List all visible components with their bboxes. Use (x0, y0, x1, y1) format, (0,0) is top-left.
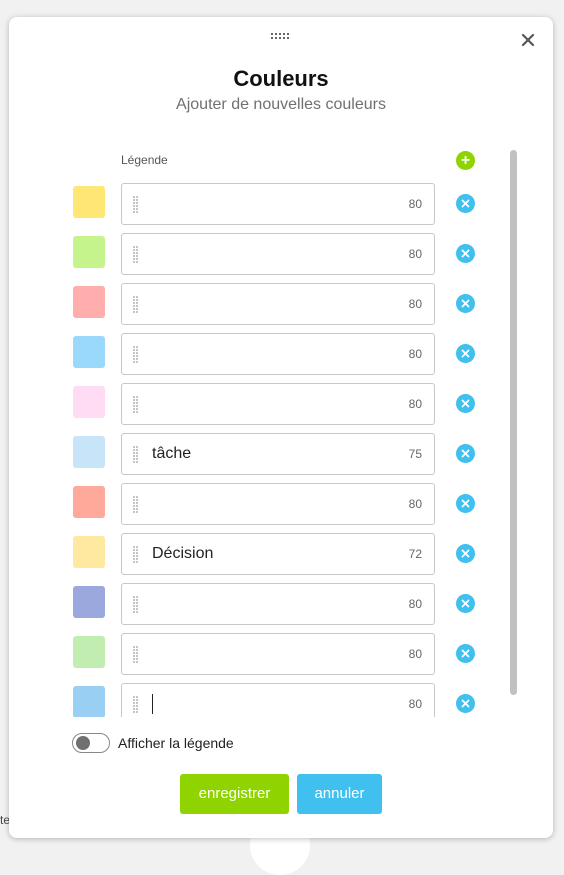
legend-text-value: tâche (152, 445, 192, 462)
remove-color-button[interactable] (456, 344, 475, 363)
color-row: 80 (59, 683, 489, 717)
drag-grip-icon[interactable] (133, 546, 139, 563)
close-icon (461, 499, 470, 508)
legend-text-value: Décision (152, 545, 214, 562)
color-swatch[interactable] (73, 236, 105, 268)
close-icon (461, 349, 470, 358)
color-list: 80 80 80 80 80 tâche 75 80 Décision 72 80 80 80 (59, 183, 489, 717)
color-swatch[interactable] (73, 586, 105, 618)
show-legend-toggle[interactable] (72, 733, 110, 753)
remove-color-button[interactable] (456, 394, 475, 413)
close-icon (461, 599, 470, 608)
drag-grip-icon[interactable] (133, 596, 139, 613)
char-counter: 80 (408, 647, 422, 661)
scrollbar-thumb[interactable] (510, 150, 517, 695)
legend-text-field[interactable]: 80 (121, 583, 435, 625)
remove-color-button[interactable] (456, 444, 475, 463)
drag-grip-icon[interactable] (133, 246, 139, 263)
legend-text-field[interactable]: tâche 75 (121, 433, 435, 475)
close-icon (461, 399, 470, 408)
color-swatch[interactable] (73, 536, 105, 568)
remove-color-button[interactable] (456, 544, 475, 563)
char-counter: 80 (408, 597, 422, 611)
add-color-button[interactable]: + (456, 151, 475, 170)
drag-grip-icon[interactable] (133, 646, 139, 663)
char-counter: 80 (408, 497, 422, 511)
color-swatch[interactable] (73, 436, 105, 468)
color-row: 80 (59, 333, 489, 375)
plus-icon: + (460, 152, 471, 169)
close-icon (461, 549, 470, 558)
char-counter: 80 (408, 697, 422, 711)
color-row: 80 (59, 583, 489, 625)
drag-grip-icon[interactable] (133, 396, 139, 413)
close-icon (461, 649, 470, 658)
char-counter: 80 (408, 397, 422, 411)
color-swatch[interactable] (73, 486, 105, 518)
save-button[interactable]: enregistrer (180, 774, 289, 814)
drag-grip-icon[interactable] (133, 696, 139, 713)
drag-grip-icon[interactable] (133, 296, 139, 313)
char-counter: 80 (408, 347, 422, 361)
color-row: Décision 72 (59, 533, 489, 575)
colors-dialog: Couleurs Ajouter de nouvelles couleurs L… (9, 17, 553, 838)
color-row: 80 (59, 233, 489, 275)
remove-color-button[interactable] (456, 644, 475, 663)
char-counter: 75 (408, 447, 422, 461)
close-icon (461, 199, 470, 208)
legend-text-field[interactable]: 80 (121, 183, 435, 225)
legend-text-field[interactable]: 80 (121, 233, 435, 275)
color-row: 80 (59, 633, 489, 675)
char-counter: 80 (408, 197, 422, 211)
drag-grip-icon[interactable] (133, 196, 139, 213)
legend-text-field[interactable]: 80 (121, 683, 435, 717)
close-icon (461, 249, 470, 258)
legend-column-header: Légende (121, 153, 168, 167)
text-caret (152, 694, 153, 714)
legend-text-field[interactable]: 80 (121, 483, 435, 525)
toggle-knob (76, 736, 90, 750)
legend-text-field[interactable]: 80 (121, 283, 435, 325)
color-row: 80 (59, 183, 489, 225)
remove-color-button[interactable] (456, 594, 475, 613)
remove-color-button[interactable] (456, 194, 475, 213)
char-counter: 72 (408, 547, 422, 561)
color-swatch[interactable] (73, 186, 105, 218)
scrollbar[interactable] (510, 150, 517, 695)
drag-grip-icon[interactable] (133, 346, 139, 363)
dialog-subtitle: Ajouter de nouvelles couleurs (176, 96, 386, 113)
drag-grip-icon[interactable] (133, 496, 139, 513)
color-swatch[interactable] (73, 386, 105, 418)
cancel-button[interactable]: annuler (297, 774, 382, 814)
close-icon (461, 299, 470, 308)
legend-text-field[interactable]: 80 (121, 383, 435, 425)
legend-text-field[interactable]: 80 (121, 333, 435, 375)
color-row: 80 (59, 483, 489, 525)
color-swatch[interactable] (73, 636, 105, 668)
legend-text-field[interactable]: 80 (121, 633, 435, 675)
color-row: 80 (59, 283, 489, 325)
remove-color-button[interactable] (456, 294, 475, 313)
close-icon[interactable] (519, 31, 537, 49)
color-swatch[interactable] (73, 286, 105, 318)
show-legend-label: Afficher la légende (118, 735, 234, 751)
close-icon (461, 699, 470, 708)
char-counter: 80 (408, 247, 422, 261)
char-counter: 80 (408, 297, 422, 311)
remove-color-button[interactable] (456, 694, 475, 713)
legend-text-field[interactable]: Décision 72 (121, 533, 435, 575)
color-row: 80 (59, 383, 489, 425)
color-swatch[interactable] (73, 686, 105, 717)
color-row: tâche 75 (59, 433, 489, 475)
remove-color-button[interactable] (456, 494, 475, 513)
close-icon (461, 449, 470, 458)
dialog-title: Couleurs (233, 66, 329, 91)
remove-color-button[interactable] (456, 244, 475, 263)
drag-handle-icon[interactable] (271, 33, 291, 43)
drag-grip-icon[interactable] (133, 446, 139, 463)
color-swatch[interactable] (73, 336, 105, 368)
